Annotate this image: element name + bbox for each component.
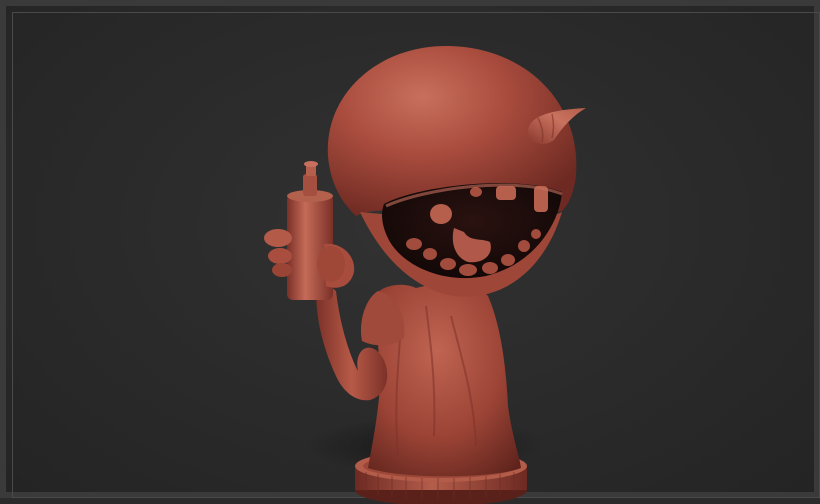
sculpt-render: [264, 46, 586, 504]
render-viewport: [0, 0, 820, 504]
